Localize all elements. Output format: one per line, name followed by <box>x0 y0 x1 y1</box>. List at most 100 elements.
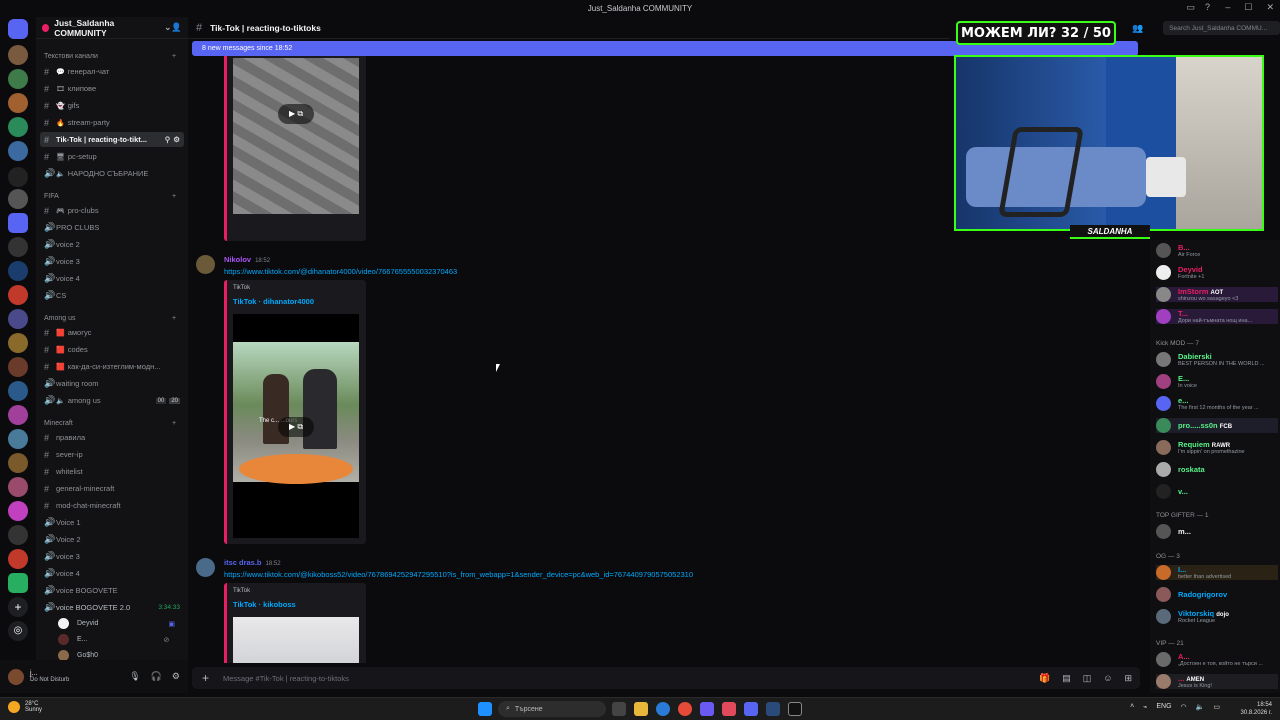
voice-2[interactable]: 🔊 voice 2 <box>40 237 184 252</box>
minimize-button[interactable]: – <box>1225 2 1230 13</box>
folder-icon[interactable] <box>8 213 28 233</box>
steam-icon[interactable] <box>766 702 780 716</box>
server-icon[interactable] <box>8 405 28 425</box>
server-icon[interactable] <box>8 333 28 353</box>
app-icon[interactable] <box>700 702 714 716</box>
add-channel-icon[interactable]: + <box>172 193 176 200</box>
help-icon[interactable]: ? <box>1205 2 1210 13</box>
gif-icon[interactable]: ▤ <box>1062 673 1071 684</box>
member-row[interactable]: Dabierski BEST PERSON IN THE WORLD ... <box>1156 352 1278 367</box>
server-icon[interactable] <box>8 167 28 187</box>
app-icon[interactable] <box>788 702 802 716</box>
maximize-button[interactable]: ☐ <box>1244 2 1252 13</box>
category-fifa[interactable]: FIFA + <box>44 193 176 200</box>
server-icon[interactable] <box>8 477 28 497</box>
embed-title[interactable]: TikTok · kikoboss <box>233 600 296 609</box>
category-minecraft[interactable]: Minecraft + <box>44 420 176 427</box>
play-icon[interactable]: ▶ ⧉ <box>278 104 314 124</box>
voice-4-mc[interactable]: 🔊 voice 4 <box>40 566 184 581</box>
voice-bogovete-2[interactable]: 🔊 voice BOGOVETE 2.0 3:34:33 <box>40 600 184 615</box>
channel-pc-setup[interactable]: # 🖥 pc-setup <box>40 149 184 164</box>
windows-start-icon[interactable] <box>478 702 492 716</box>
discord-icon[interactable] <box>744 702 758 716</box>
member-row[interactable]: A... „Достоен е тоя, който не търси ... <box>1156 652 1278 667</box>
microphone-icon[interactable]: 🎙 <box>129 671 140 682</box>
category-among[interactable]: Among us + <box>44 315 176 322</box>
voice-among-us[interactable]: 🔊 🔈 among us 00 20 <box>40 393 184 408</box>
emoji-icon[interactable]: ☺ <box>1103 673 1112 684</box>
lang-indicator[interactable]: ENG <box>1156 703 1171 711</box>
sticker-icon[interactable]: ◫ <box>1083 673 1092 684</box>
task-view-icon[interactable] <box>612 702 626 716</box>
voice-pro-clubs[interactable]: 🔊 PRO CLUBS <box>40 220 184 235</box>
member-row[interactable]: e... The first 12 months of the year ... <box>1156 396 1278 411</box>
message-input[interactable]: + Message #Tik-Tok | reacting-to-tiktoks… <box>192 667 1140 689</box>
voice-4[interactable]: 🔊 voice 4 <box>40 271 184 286</box>
add-user-icon[interactable]: 👤 <box>171 22 182 33</box>
channel-whitelist[interactable]: # whitelist <box>40 464 184 479</box>
voice-1-mc[interactable]: 🔊 Voice 1 <box>40 515 184 530</box>
channel-general-minecraft[interactable]: # general-minecraft <box>40 481 184 496</box>
member-row[interactable]: ... AMEN Jesus is King! <box>1156 674 1278 689</box>
gift-icon[interactable]: 🎁 <box>1039 673 1050 684</box>
server-icon[interactable] <box>8 261 28 281</box>
taskbar-search[interactable]: ⌕ Търсене <box>498 701 606 717</box>
server-icon[interactable] <box>8 141 28 161</box>
voice-user[interactable]: E... ⊘ <box>58 634 169 645</box>
server-icon[interactable] <box>8 117 28 137</box>
file-explorer-icon[interactable] <box>634 702 648 716</box>
gear-icon[interactable]: ⚙ <box>173 135 180 144</box>
chevron-up-icon[interactable]: ˄ <box>1130 703 1134 711</box>
app-icon[interactable] <box>722 702 736 716</box>
member-row[interactable]: v... <box>1156 484 1278 499</box>
server-icon[interactable] <box>8 573 28 593</box>
server-icon[interactable] <box>8 93 28 113</box>
discord-home-icon[interactable] <box>8 19 28 39</box>
server-icon[interactable] <box>8 525 28 545</box>
channel-narodno[interactable]: 🔊 🔈 НАРОДНО СЪБРАНИЕ <box>40 166 184 181</box>
headphones-icon[interactable]: 🎧 <box>151 671 162 682</box>
apps-icon[interactable]: ⊞ <box>1124 673 1132 684</box>
channel-pro-clubs[interactable]: # 🎮 pro-clubs <box>40 203 184 218</box>
server-icon[interactable] <box>8 453 28 473</box>
battery-icon[interactable]: ▭ <box>1213 703 1220 711</box>
close-button[interactable]: ✕ <box>1266 2 1274 13</box>
server-icon[interactable] <box>8 357 28 377</box>
member-row[interactable]: Requiem RAWR I'm sippin' on promethazine <box>1156 440 1278 455</box>
add-channel-icon[interactable]: + <box>172 420 176 427</box>
play-icon[interactable]: ▶ ⧉ <box>278 417 314 437</box>
channel-codes[interactable]: # 🟥 codes <box>40 342 184 357</box>
server-icon[interactable] <box>8 501 28 521</box>
voice-2-mc[interactable]: 🔊 Voice 2 <box>40 532 184 547</box>
channel-tiktok[interactable]: # Tik-Tok | reacting-to-tikt... ⚲ ⚙ <box>40 132 184 147</box>
channel-gifs[interactable]: # 👻 gifs <box>40 98 184 113</box>
member-row[interactable]: m... <box>1156 524 1278 539</box>
discover-icon[interactable]: ◎ <box>8 621 28 641</box>
volume-icon[interactable]: 🔈 <box>1196 703 1205 711</box>
avatar[interactable] <box>196 558 215 577</box>
server-icon[interactable] <box>8 549 28 569</box>
server-icon[interactable] <box>8 285 28 305</box>
video-thumbnail[interactable]: ▶ ⧉ <box>233 58 359 214</box>
member-row[interactable]: Viktorskiq dojo Rocket League <box>1156 609 1278 624</box>
member-row[interactable]: I... better than advertised <box>1156 565 1278 580</box>
server-icon[interactable] <box>8 237 28 257</box>
server-icon[interactable] <box>8 429 28 449</box>
voice-3-mc[interactable]: 🔊 voice 3 <box>40 549 184 564</box>
channel-kak[interactable]: # 🟥 как-да-си-изтеглим-модн... <box>40 359 184 374</box>
channel-server-ip[interactable]: # sever-ip <box>40 447 184 462</box>
channel-pravila[interactable]: # правила <box>40 430 184 445</box>
server-header[interactable]: Just_Saldanha COMMUNITY ⌄ 👤 <box>36 17 188 39</box>
member-row[interactable]: Radogrigorov <box>1156 587 1278 602</box>
channel-amogus[interactable]: # 🟥 амогус <box>40 325 184 340</box>
channel-mod-chat[interactable]: # mod-chat-minecraft <box>40 498 184 513</box>
server-icon[interactable] <box>8 189 28 209</box>
member-row[interactable]: Deyvid Fortnite +1 <box>1156 265 1278 280</box>
voice-3[interactable]: 🔊 voice 3 <box>40 254 184 269</box>
voice-bogovete[interactable]: 🔊 voice BOGOVETE <box>40 583 184 598</box>
message-author[interactable]: itsc dras.b <box>224 558 262 567</box>
avatar[interactable] <box>8 668 24 685</box>
member-row[interactable]: T... Дори най-тъмната нощ ина... <box>1156 309 1278 324</box>
chrome-icon[interactable] <box>678 702 692 716</box>
member-row[interactable]: ImStorm AOT shinzou wo sasageyo <3 <box>1156 287 1278 302</box>
